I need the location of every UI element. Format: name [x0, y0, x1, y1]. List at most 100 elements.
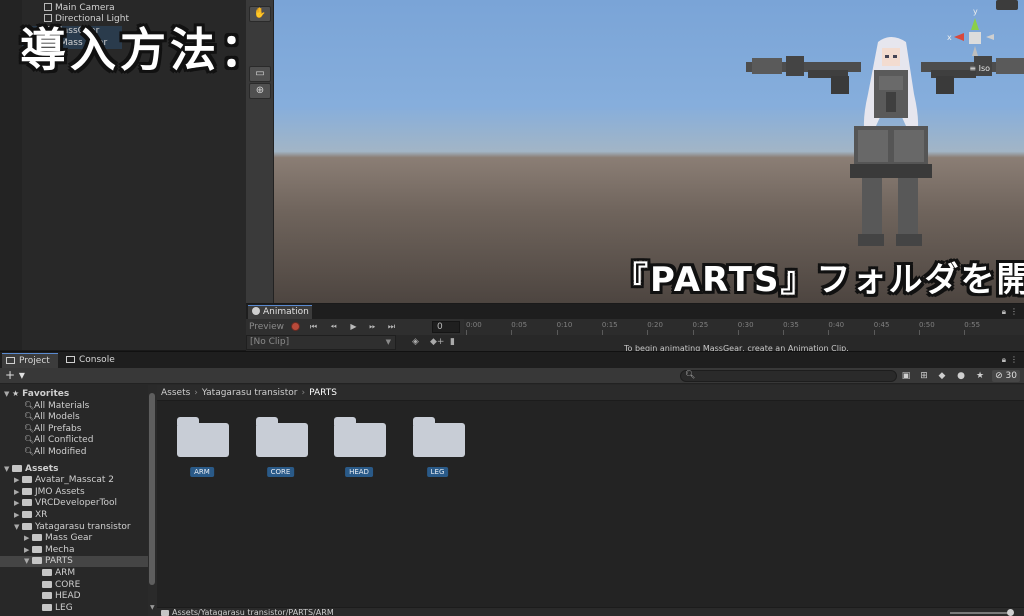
record-button[interactable] — [291, 322, 300, 331]
kebab-menu-icon[interactable]: ⋮ — [1010, 355, 1018, 364]
first-key-icon[interactable]: ⏮ — [308, 322, 319, 332]
tree-folder-item[interactable]: ▶ JMO Assets — [0, 487, 148, 498]
tree-folder-item[interactable]: CORE — [0, 580, 148, 591]
folder-icon — [161, 610, 169, 616]
folder-icon — [32, 534, 42, 542]
tree-favorite-item[interactable]: 🔍︎All Prefabs — [0, 423, 148, 434]
tree-favorite-item[interactable]: 🔍︎All Materials — [0, 400, 148, 411]
chevron-right-icon[interactable]: ▶ — [14, 510, 22, 521]
next-key-icon[interactable]: ⏩︎ — [367, 322, 378, 332]
last-key-icon[interactable]: ⏭ — [386, 322, 397, 332]
scrollbar-thumb[interactable] — [149, 393, 155, 585]
preview-toggle[interactable]: Preview — [249, 322, 284, 332]
scene-view[interactable]: ✋ ▭ ⊕ y x ≡ Iso 『PARTS』フォルダを開く — [246, 0, 1024, 303]
tree-folder-item[interactable]: LEG — [0, 603, 148, 614]
favorite-star-icon[interactable]: ★ — [974, 370, 986, 382]
folder-icon — [42, 592, 52, 600]
chevron-right-icon[interactable]: ▶ — [14, 475, 22, 486]
transform-tool-icon[interactable]: ⊕ — [249, 83, 271, 99]
kebab-menu-icon[interactable]: ⋮ — [1010, 307, 1018, 316]
tree-favorite-item[interactable]: 🔍︎All Conflicted — [0, 434, 148, 445]
star-icon: ★ — [12, 389, 20, 398]
timeline-tick-label: 0:30 — [737, 321, 754, 329]
chevron-down-icon[interactable]: ▼ — [4, 389, 12, 400]
animation-tabbar: Animation 🔒︎ ⋮ — [246, 304, 1024, 319]
tree-favorite-item[interactable]: 🔍︎All Models — [0, 411, 148, 422]
chevron-right-icon[interactable]: ▶ — [24, 533, 32, 544]
play-icon[interactable]: ▶ — [348, 322, 359, 332]
tree-assets[interactable]: ▼ Assets — [0, 464, 148, 475]
timeline-tick — [556, 330, 558, 335]
lock-icon[interactable]: 🔒︎ — [1002, 307, 1006, 317]
tree-folder-item[interactable]: ▶ Avatar_Masscat 2 — [0, 475, 148, 486]
asset-folder-tile[interactable]: ARM — [173, 413, 231, 485]
folder-icon — [255, 423, 308, 457]
project-window: Project Console 🔒︎ ⋮ + ▾ 🔍︎ ▣ ⊞ ◆ ● ★ ⊘ … — [0, 351, 1024, 616]
breadcrumb-item[interactable]: PARTS — [309, 388, 337, 398]
icon-size-slider-knob[interactable] — [1007, 609, 1014, 616]
tag-icon[interactable]: ◆ — [936, 370, 948, 382]
chevron-down-icon[interactable]: ▼ — [4, 464, 12, 475]
search-icon: 🔍︎ — [24, 412, 35, 422]
hidden-packages-count[interactable]: ⊘ 30 — [992, 370, 1020, 382]
chevron-right-icon[interactable]: ▶ — [24, 545, 32, 556]
breadcrumb-item[interactable]: Yatagarasu transistor — [202, 388, 298, 398]
tree-folder-item[interactable]: ▶ XR — [0, 510, 148, 521]
tree-folder-item[interactable]: ▶ VRCDeveloperTool — [0, 498, 148, 509]
chevron-down-icon[interactable]: ▼ — [24, 556, 32, 567]
asset-folder-tile[interactable]: HEAD — [330, 413, 388, 485]
tab-project[interactable]: Project — [2, 353, 58, 368]
hand-tool-icon[interactable]: ✋ — [249, 6, 271, 22]
animation-controls: Preview ⏮ ⏪︎ ▶ ⏩︎ ⏭ 0 — [246, 319, 464, 335]
timeline-tick-label: 0:35 — [783, 321, 799, 329]
search-icon: 🔍︎ — [24, 400, 35, 410]
projection-label[interactable]: ≡ Iso — [969, 64, 990, 73]
search-input[interactable]: 🔍︎ — [680, 370, 897, 382]
search-icon: 🔍︎ — [24, 447, 35, 456]
timeline-ruler[interactable]: 0:00 0:05 0:10 0:15 0:20 0:25 0:30 0:35 0:40 0:45… — [464, 319, 1024, 335]
folder-icon — [22, 511, 32, 518]
tree-favorites[interactable]: ▼ ★ Favorites — [0, 388, 148, 399]
asset-folder-tile[interactable]: LEG — [409, 413, 467, 485]
tab-console[interactable]: Console — [62, 353, 122, 368]
timeline-tick — [919, 330, 920, 335]
prev-key-icon[interactable]: ⏪︎ — [328, 322, 339, 332]
folder-label: HEAD — [345, 467, 373, 477]
frame-field[interactable]: 0 — [432, 321, 460, 333]
tree-folder-item[interactable]: ▼ PARTS — [0, 556, 148, 568]
tree-scrollbar[interactable] — [148, 385, 157, 616]
chevron-right-icon[interactable]: ▶ — [14, 487, 22, 498]
tree-folder-item[interactable]: ▶ Mass Gear — [0, 533, 148, 544]
timeline-tick — [964, 330, 966, 335]
log-filter-icon[interactable]: ● — [955, 370, 967, 382]
search-by-label-icon[interactable]: ⊞ — [918, 370, 930, 382]
timeline-tick — [873, 330, 875, 335]
add-event-marker-icon[interactable]: ▮ — [450, 337, 455, 347]
scroll-down-icon[interactable]: ▼ — [150, 604, 155, 611]
asset-folder-tile[interactable]: CORE — [252, 413, 310, 485]
timeline-tick-label: 0:10 — [556, 321, 573, 329]
chevron-down-icon[interactable]: ▼ — [14, 522, 22, 533]
project-asset-grid: Assets › Yatagarasu transistor › PARTS ARM CO… — [157, 385, 1024, 607]
create-dropdown-button[interactable]: + ▾ — [5, 368, 25, 383]
folder-icon — [22, 522, 32, 530]
search-by-type-icon[interactable]: ▣ — [900, 370, 912, 382]
folder-icon — [22, 487, 32, 495]
timeline-tick — [647, 330, 649, 335]
tree-folder-item[interactable]: ARM — [0, 568, 148, 579]
gizmo-x-label: x — [947, 33, 952, 42]
tree-folder-item[interactable]: HEAD — [0, 591, 148, 602]
tree-folder-item[interactable]: ▶ Mecha — [0, 545, 148, 556]
clip-dropdown[interactable]: [No Clip] ▼ — [246, 335, 396, 350]
tab-animation[interactable]: Animation — [248, 305, 312, 319]
tree-folder-item[interactable]: ▼ Yatagarasu transistor — [0, 522, 148, 533]
lock-icon[interactable]: 🔒︎ — [1002, 355, 1006, 365]
chevron-right-icon[interactable]: ▶ — [14, 498, 22, 509]
tree-favorite-item[interactable]: 🔍︎All Modified — [0, 446, 148, 457]
breadcrumb-item[interactable]: Assets — [161, 388, 190, 398]
rect-tool-icon[interactable]: ▭ — [249, 66, 271, 82]
folder-icon — [22, 476, 32, 484]
icon-size-slider[interactable] — [950, 612, 1010, 614]
add-keyframe-icon[interactable]: ◈ — [412, 337, 419, 347]
add-event-icon[interactable]: ◆+ — [430, 337, 444, 347]
